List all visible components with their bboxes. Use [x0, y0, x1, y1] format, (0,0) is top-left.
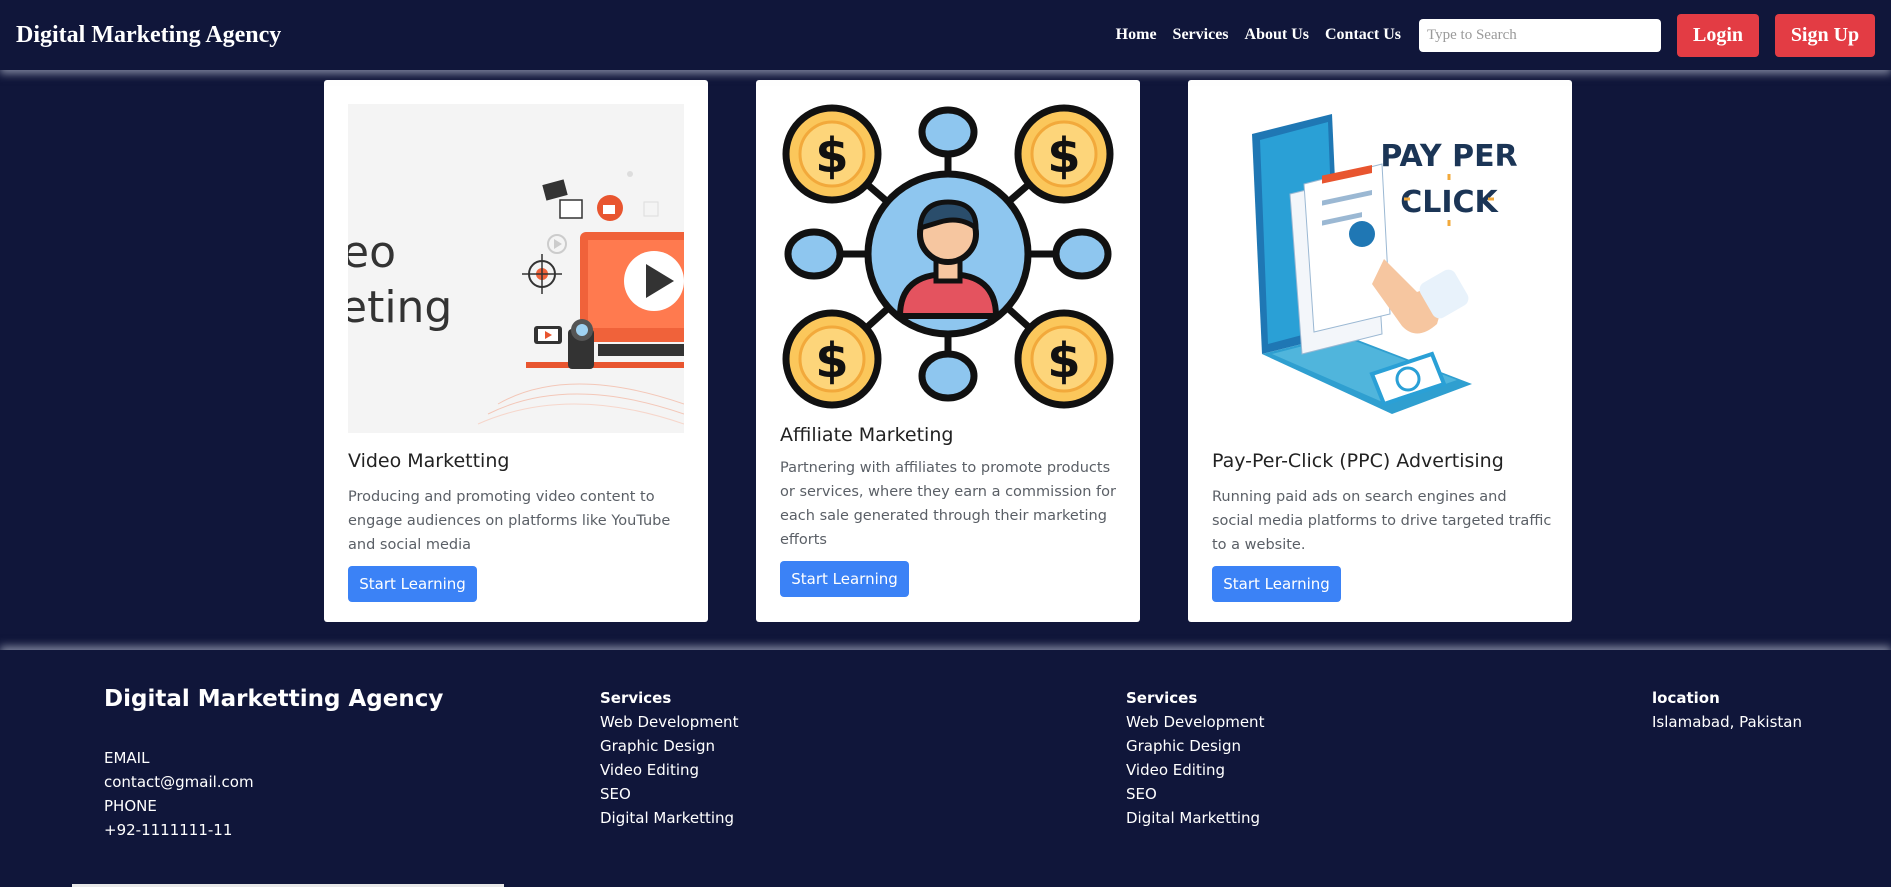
dollar-coin-icon: $ [782, 309, 882, 409]
footer-link-seo[interactable]: SEO [600, 782, 738, 806]
card-title: Pay-Per-Click (PPC) Advertising [1212, 450, 1504, 472]
card-ppc-advertising: PAY PER CLICK Pay-Per-Click (PPC) Advert… [1188, 80, 1572, 622]
card-description: Producing and promoting video content to… [348, 489, 671, 553]
card-title: Affiliate Marketing [780, 424, 954, 446]
nav-menu: Home Services About Us Contact Us Login … [1116, 13, 1875, 57]
start-learning-button[interactable]: Start Learning [348, 566, 477, 602]
login-button[interactable]: Login [1677, 13, 1759, 57]
video-marketing-image: eo eting [348, 104, 684, 433]
email-label: EMAIL [104, 749, 150, 767]
video-image-text-2: eting [348, 282, 452, 333]
nav-link-contact-us[interactable]: Contact Us [1325, 26, 1401, 44]
nav-link-home[interactable]: Home [1116, 26, 1157, 44]
footer-contact: EMAIL contact@gmail.com PHONE +92-111111… [104, 746, 254, 842]
phone-value[interactable]: +92-1111111-11 [104, 818, 254, 842]
coin-symbol: $ [815, 128, 848, 184]
coin-symbol: $ [1047, 128, 1080, 184]
services-heading: Services [600, 689, 672, 707]
dollar-coin-icon: $ [1014, 309, 1114, 409]
card-description: Running paid ads on search engines and s… [1212, 489, 1552, 553]
email-value[interactable]: contact@gmail.com [104, 770, 254, 794]
location-heading: location [1652, 689, 1720, 707]
footer-link-video-editing[interactable]: Video Editing [1126, 758, 1264, 782]
services-heading: Services [1126, 689, 1198, 707]
ppc-image-text-1: PAY PER [1380, 139, 1517, 174]
dollar-coin-icon: $ [782, 104, 882, 204]
footer-link-digital-marketing[interactable]: Digital Marketting [600, 806, 738, 830]
play-icon [580, 232, 684, 342]
navbar: Digital Marketing Agency Home Services A… [0, 0, 1891, 70]
footer-link-video-editing[interactable]: Video Editing [600, 758, 738, 782]
footer-link-web-development[interactable]: Web Development [600, 710, 738, 734]
card-video-marketing: eo eting Video Marketting Producing and … [324, 80, 708, 622]
footer-link-graphic-design[interactable]: Graphic Design [600, 734, 738, 758]
card-title: Video Marketting [348, 450, 510, 472]
footer-services-column-2: Services Web Development Graphic Design … [1126, 686, 1264, 830]
camera-icon [568, 319, 594, 369]
ppc-advertising-image: PAY PER CLICK [1212, 104, 1548, 433]
nav-link-services[interactable]: Services [1173, 26, 1229, 44]
brand-title[interactable]: Digital Marketing Agency [16, 22, 281, 49]
footer-location-column: location Islamabad, Pakistan [1652, 686, 1802, 734]
footer-brand: Digital Marketting Agency [104, 686, 444, 712]
card-affiliate-marketing: $ $ $ $ Affiliate Marketing Partnering w… [756, 80, 1140, 622]
start-learning-button[interactable]: Start Learning [1212, 566, 1341, 602]
phone-label: PHONE [104, 797, 157, 815]
start-learning-button[interactable]: Start Learning [780, 561, 909, 597]
footer-link-digital-marketing[interactable]: Digital Marketting [1126, 806, 1264, 830]
affiliate-marketing-image: $ $ $ $ [780, 104, 1116, 433]
ppc-image-text-2: CLICK [1400, 185, 1499, 220]
signup-button[interactable]: Sign Up [1775, 13, 1875, 57]
card-description: Partnering with affiliates to promote pr… [780, 460, 1116, 548]
footer: Digital Marketting Agency EMAIL contact@… [0, 650, 1891, 887]
footer-services-column: Services Web Development Graphic Design … [600, 686, 738, 830]
nav-link-about-us[interactable]: About Us [1245, 26, 1309, 44]
footer-link-web-development[interactable]: Web Development [1126, 710, 1264, 734]
dollar-coin-icon: $ [1014, 104, 1114, 204]
search-input[interactable] [1419, 18, 1661, 52]
coin-symbol: $ [1047, 333, 1080, 389]
footer-link-graphic-design[interactable]: Graphic Design [1126, 734, 1264, 758]
user-icon [864, 170, 1032, 338]
video-image-text-1: eo [348, 227, 396, 278]
footer-link-seo[interactable]: SEO [1126, 782, 1264, 806]
like-icon [597, 195, 623, 221]
location-value: Islamabad, Pakistan [1652, 713, 1802, 731]
coin-symbol: $ [815, 333, 848, 389]
